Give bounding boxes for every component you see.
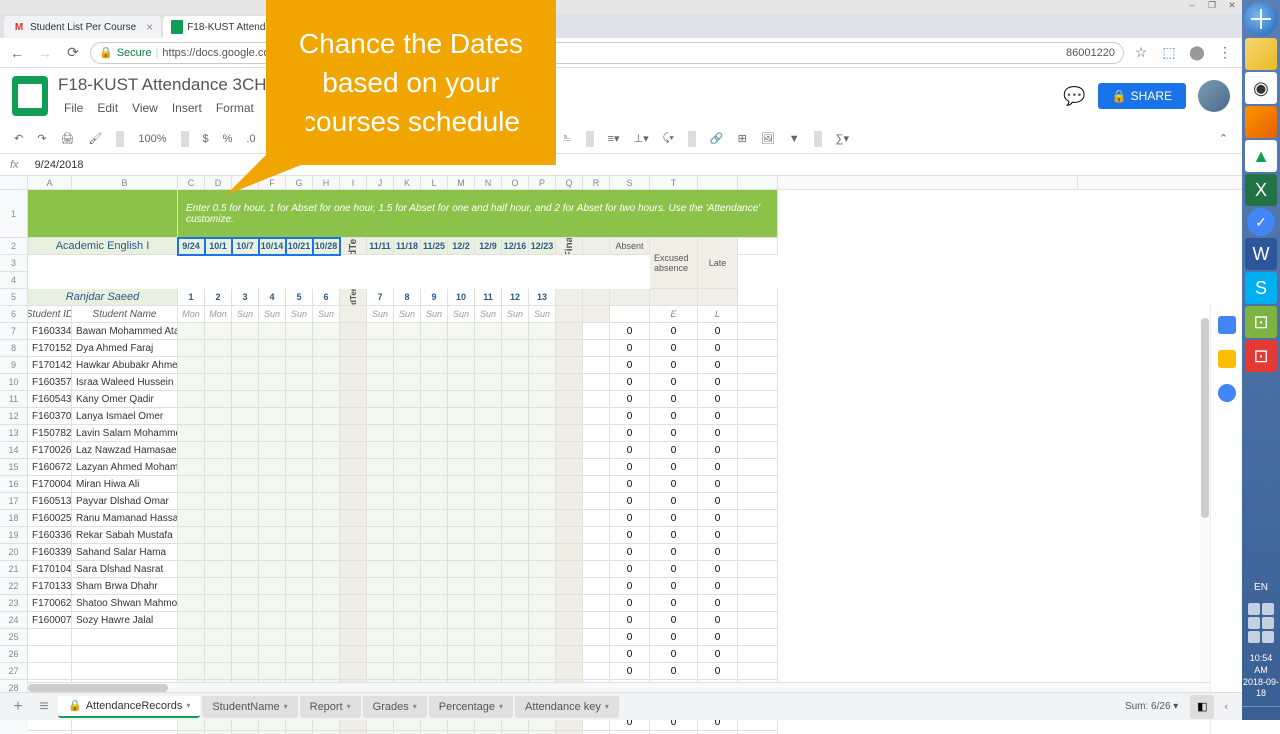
url-tail: 86001220 — [1066, 47, 1115, 59]
redo-button[interactable]: ↷ — [33, 130, 50, 147]
menu-view[interactable]: View — [126, 99, 164, 117]
sheet-tabs-bar: + ≡ 🔒AttendanceRecords▾ StudentName▾ Rep… — [0, 692, 1242, 720]
sheet-tab-report[interactable]: Report▾ — [300, 696, 361, 718]
star-button[interactable]: ☆ — [1130, 42, 1152, 64]
menu-file[interactable]: File — [58, 99, 89, 117]
tab-label: Student List Per Course — [30, 22, 136, 33]
document-title[interactable]: F18-KUST Attendance 3CH-Academic En — [58, 75, 1063, 95]
reload-button[interactable]: ⟳ — [62, 42, 84, 64]
side-panel-toggle[interactable]: ‹ — [1216, 701, 1236, 713]
minimize-button[interactable]: – — [1182, 0, 1202, 14]
row-numbers: 1 2 3 4 56789101112131415161718192021222… — [0, 176, 28, 734]
recorder-icon[interactable]: ⊡ — [1245, 340, 1277, 372]
word-icon[interactable]: W — [1245, 238, 1277, 270]
menu-bar: File Edit View Insert Format Data Tools — [58, 99, 1063, 117]
lock-icon: 🔒 — [1112, 89, 1127, 103]
formula-bar: fx 9/24/2018 — [0, 154, 1242, 176]
sheet-tab-attendance[interactable]: 🔒AttendanceRecords▾ — [58, 696, 200, 718]
browser-tabs: M Student List Per Course × F18-KUST Att… — [0, 14, 1242, 38]
close-button[interactable]: ✕ — [1222, 0, 1242, 14]
calendar-icon[interactable] — [1218, 316, 1236, 334]
dec-button[interactable]: .0 — [242, 131, 259, 147]
lock-icon: 🔒 — [68, 699, 82, 712]
percent-button[interactable]: % — [219, 131, 237, 147]
chrome-icon[interactable]: ◉ — [1245, 72, 1277, 104]
check-icon[interactable]: ✓ — [1247, 208, 1275, 236]
gmail-icon: M — [12, 20, 26, 34]
forward-button[interactable]: → — [34, 42, 56, 64]
underline-button[interactable]: ⎁ — [559, 130, 576, 147]
valign-button[interactable]: ⊥▾ — [630, 130, 653, 147]
extension-icon[interactable]: ⬚ — [1158, 42, 1180, 64]
formula-input[interactable]: 9/24/2018 — [35, 159, 84, 171]
fx-icon: fx — [10, 159, 19, 171]
menu-button[interactable]: ⋮ — [1214, 42, 1236, 64]
profile-icon[interactable]: ⬤ — [1186, 42, 1208, 64]
paint-button[interactable]: 🖌 — [84, 130, 106, 147]
window-titlebar: – ❐ ✕ — [0, 0, 1242, 14]
annotation-callout: Chance the Dates based on your courses s… — [266, 0, 556, 165]
windows-taskbar: ◉ ▲ X ✓ W S ⊡ ⊡ EN 10:54 AM 2018-09-18 — [1242, 0, 1280, 720]
show-desktop-button[interactable] — [1242, 706, 1280, 720]
sheet-tab-studentname[interactable]: StudentName▾ — [202, 696, 297, 718]
status-sum[interactable]: Sum: 6/26 ▾ — [1125, 701, 1188, 712]
link-button[interactable]: 🔗 — [706, 130, 728, 147]
lock-icon: 🔒 — [99, 46, 113, 59]
side-panel — [1210, 304, 1242, 734]
excel-icon[interactable]: X — [1245, 174, 1277, 206]
firefox-icon[interactable] — [1245, 106, 1277, 138]
sheet-tab-grades[interactable]: Grades▾ — [363, 696, 427, 718]
zoom-select[interactable]: 100% — [134, 131, 170, 147]
print-button[interactable]: 🖨 — [56, 130, 78, 147]
clock[interactable]: 10:54 AM 2018-09-18 — [1242, 649, 1280, 704]
back-button[interactable]: ← — [6, 42, 28, 64]
secure-label: Secure — [117, 47, 152, 59]
sheets-logo-icon[interactable] — [12, 76, 48, 116]
start-button[interactable] — [1244, 2, 1278, 36]
align-button[interactable]: ≡▾ — [604, 130, 624, 147]
camtasia-icon[interactable]: ⊡ — [1245, 306, 1277, 338]
functions-button[interactable]: ∑▾ — [832, 130, 853, 147]
url-input[interactable]: 🔒 Secure | https://docs.google.com/sprea… — [90, 42, 1124, 64]
keep-icon[interactable] — [1218, 350, 1236, 368]
chrome-window: – ❐ ✕ M Student List Per Course × F18-KU… — [0, 0, 1242, 720]
undo-button[interactable]: ↶ — [10, 130, 27, 147]
sheets-header: F18-KUST Attendance 3CH-Academic En File… — [0, 68, 1242, 124]
address-bar: ← → ⟳ 🔒 Secure | https://docs.google.com… — [0, 38, 1242, 68]
image-button[interactable]: 🖼 — [757, 130, 779, 147]
systray[interactable] — [1244, 599, 1278, 647]
skype-icon[interactable]: S — [1245, 272, 1277, 304]
sheet-tab-key[interactable]: Attendance key▾ — [515, 696, 619, 718]
currency-button[interactable]: $ — [199, 131, 213, 147]
avatar[interactable] — [1198, 80, 1230, 112]
menu-edit[interactable]: Edit — [91, 99, 124, 117]
add-sheet-button[interactable]: + — [6, 698, 30, 716]
comments-button[interactable]: 💬 — [1063, 86, 1085, 107]
vertical-scrollbar[interactable] — [1200, 318, 1210, 696]
tasks-icon[interactable] — [1218, 384, 1236, 402]
spreadsheet-grid[interactable]: 1 2 3 4 56789101112131415161718192021222… — [0, 176, 1242, 734]
menu-format[interactable]: Format — [210, 99, 260, 117]
all-sheets-button[interactable]: ≡ — [32, 698, 56, 716]
collapse-toolbar-button[interactable]: ⌃ — [1215, 130, 1232, 147]
language-indicator[interactable]: EN — [1250, 578, 1272, 597]
chart-button[interactable]: ⊞ — [734, 130, 751, 147]
toolbar: ↶ ↷ 🖨 🖌 100% $ % .0 .00 123▾ ⎁ ≡▾ ⊥▾ ⤹▾ … — [0, 124, 1242, 154]
maximize-button[interactable]: ❐ — [1202, 0, 1222, 14]
wrap-button[interactable]: ⤹▾ — [659, 130, 678, 147]
explore-button[interactable]: ◧ — [1190, 695, 1214, 719]
share-button[interactable]: 🔒SHARE — [1098, 83, 1186, 109]
tab-gmail[interactable]: M Student List Per Course × — [4, 16, 161, 38]
gdrive-icon[interactable]: ▲ — [1245, 140, 1277, 172]
menu-insert[interactable]: Insert — [166, 99, 208, 117]
sheets-icon — [171, 20, 183, 34]
sheet-tab-percentage[interactable]: Percentage▾ — [429, 696, 513, 718]
filter-button[interactable]: ▼ — [785, 131, 804, 147]
explorer-icon[interactable] — [1245, 38, 1277, 70]
close-icon[interactable]: × — [146, 20, 153, 34]
horizontal-scrollbar[interactable] — [28, 682, 1210, 692]
